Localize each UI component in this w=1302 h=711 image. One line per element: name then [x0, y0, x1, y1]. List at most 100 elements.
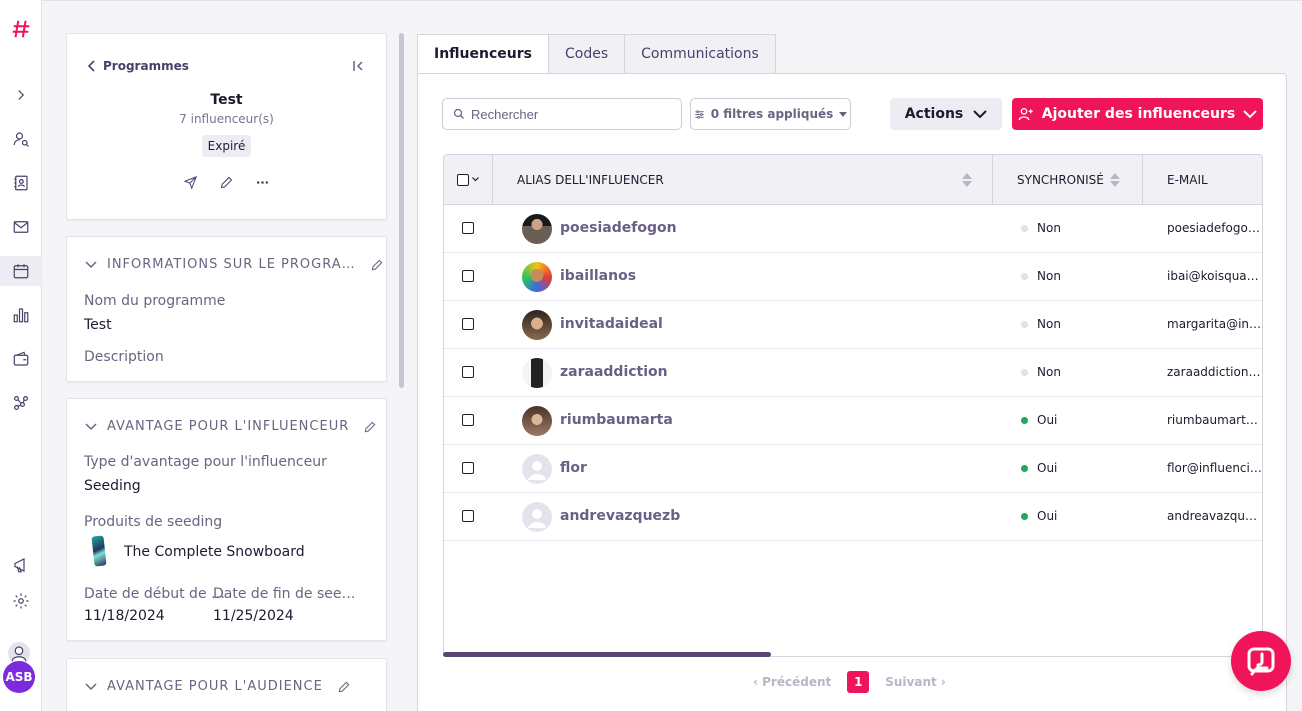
select-all-column[interactable]: [444, 155, 493, 204]
sidebar-scrollbar[interactable]: [399, 33, 404, 388]
row-checkbox[interactable]: [462, 318, 474, 330]
influencer-alias-link[interactable]: andrevazquezb: [560, 508, 680, 524]
influencer-alias-link[interactable]: zaraaddiction: [560, 364, 668, 380]
wallet-icon[interactable]: [0, 344, 42, 374]
sync-status-label: Non: [1037, 221, 1061, 235]
sync-status-label: Non: [1037, 269, 1061, 283]
chevron-down-icon[interactable]: [472, 177, 479, 182]
tab-influenceurs[interactable]: Influenceurs: [417, 34, 549, 74]
collapse-panel-icon[interactable]: [352, 58, 366, 77]
table-row[interactable]: poesiadefogon Non poesiadefogon...: [444, 205, 1262, 253]
caret-down-icon: [839, 111, 848, 117]
table-row[interactable]: invitadaideal Non margarita@invi...: [444, 301, 1262, 349]
audience-benefit-heading: AVANTAGE POUR L'AUDIENCE: [107, 679, 323, 694]
filters-label: 0 filtres appliqués: [710, 107, 834, 121]
contacts-book-icon[interactable]: [0, 168, 42, 198]
megaphone-icon[interactable]: [0, 550, 42, 580]
edit-pencil-icon[interactable]: [363, 420, 377, 434]
table-row[interactable]: riumbaumarta Oui riumbaumartai...: [444, 397, 1262, 445]
sync-status-label: Oui: [1037, 461, 1058, 475]
sync-status-label: Oui: [1037, 509, 1058, 523]
previous-page-button[interactable]: ‹ Précédent: [753, 675, 831, 689]
influencer-alias-link[interactable]: poesiadefogon: [560, 220, 677, 236]
calendar-icon[interactable]: [0, 256, 42, 286]
mail-icon[interactable]: [0, 212, 42, 242]
table-row[interactable]: ibaillanos Non ibai@koisquad...: [444, 253, 1262, 301]
chat-help-icon: [1247, 647, 1275, 676]
current-page-button[interactable]: 1: [847, 671, 870, 693]
column-alias-label: ALIAS DELL'INFLUENCER: [517, 172, 664, 187]
program-sidebar: Programmes Test 7 influenceur(s) Expiré …: [66, 33, 388, 711]
edit-pencil-icon[interactable]: [370, 258, 384, 272]
row-checkbox[interactable]: [462, 366, 474, 378]
help-chat-button[interactable]: [1231, 631, 1291, 691]
integrations-icon[interactable]: [0, 388, 42, 418]
column-alias[interactable]: ALIAS DELL'INFLUENCER: [493, 155, 993, 204]
next-label: Suivant: [885, 675, 937, 689]
benefit-type-value: Seeding: [84, 478, 141, 494]
sync-status: Non: [1021, 221, 1061, 235]
edit-pencil-icon[interactable]: [219, 174, 235, 190]
row-checkbox[interactable]: [462, 462, 474, 474]
influencer-alias-link[interactable]: invitadaideal: [560, 316, 663, 332]
add-influencers-button[interactable]: Ajouter des influenceurs: [1012, 98, 1263, 130]
influencer-email: zaraaddiction@...: [1167, 365, 1262, 379]
search-input[interactable]: [471, 106, 671, 122]
influencer-avatar: [522, 454, 552, 484]
edit-pencil-icon[interactable]: [337, 680, 351, 694]
program-info-toggle[interactable]: INFORMATIONS SUR LE PROGRA…: [85, 257, 384, 272]
sort-icon[interactable]: [962, 172, 972, 187]
status-badge: Expiré: [201, 135, 252, 157]
column-email[interactable]: E-MAIL: [1143, 155, 1262, 204]
sync-status: Non: [1021, 269, 1061, 283]
row-checkbox[interactable]: [462, 510, 474, 522]
column-sync-label: SYNCHRONISÉ: [1017, 172, 1104, 187]
audience-benefit-toggle[interactable]: AVANTAGE POUR L'AUDIENCE: [85, 679, 351, 694]
send-icon[interactable]: [183, 174, 199, 190]
table-horizontal-scrollbar[interactable]: [443, 652, 771, 657]
status-dot: [1021, 464, 1028, 472]
back-label: Programmes: [103, 59, 189, 73]
influencer-count: 7 influenceur(s): [179, 112, 274, 126]
add-user-icon: [1018, 108, 1033, 121]
chevron-down-icon: [85, 422, 97, 430]
influencer-alias-link[interactable]: ibaillanos: [560, 268, 636, 284]
influencer-email: andreavazquez...: [1167, 509, 1262, 523]
row-checkbox[interactable]: [462, 222, 474, 234]
bar-chart-icon[interactable]: [0, 300, 42, 330]
table-row[interactable]: andrevazquezb Oui andreavazquez...: [444, 493, 1262, 541]
chevron-down-icon: [85, 260, 97, 268]
sort-icon[interactable]: [1109, 172, 1120, 187]
tab-codes[interactable]: Codes: [548, 34, 626, 74]
status-dot: [1021, 272, 1028, 280]
influencer-email: poesiadefogon...: [1167, 221, 1262, 235]
column-synchronized[interactable]: SYNCHRONISÉ: [993, 155, 1143, 204]
row-checkbox[interactable]: [462, 270, 474, 282]
select-all-checkbox[interactable]: [457, 173, 469, 186]
settings-gear-icon[interactable]: [0, 586, 42, 616]
more-options-icon[interactable]: [255, 174, 271, 190]
user-search-icon[interactable]: [0, 124, 42, 154]
user-initials-avatar[interactable]: ASB: [3, 661, 35, 693]
sync-status-label: Non: [1037, 365, 1061, 379]
pagination: ‹ Précédent 1 Suivant ›: [753, 671, 946, 693]
benefit-type-label: Type d'avantage pour l'influenceur: [84, 454, 327, 470]
influencer-benefit-toggle[interactable]: AVANTAGE POUR L'INFLUENCEUR: [85, 419, 377, 434]
tab-communications[interactable]: Communications: [625, 34, 776, 74]
influencer-email: flor@influencit...: [1167, 461, 1262, 475]
influencer-alias-link[interactable]: riumbaumarta: [560, 412, 673, 428]
next-page-button[interactable]: Suivant ›: [885, 675, 946, 689]
status-dot: [1021, 224, 1028, 232]
expand-sidebar-chevron-icon[interactable]: [0, 80, 42, 110]
table-row[interactable]: zaraaddiction Non zaraaddiction@...: [444, 349, 1262, 397]
influencer-email: margarita@invi...: [1167, 317, 1262, 331]
row-checkbox[interactable]: [462, 414, 474, 426]
table-row[interactable]: flor Oui flor@influencit...: [444, 445, 1262, 493]
influencer-alias-link[interactable]: flor: [560, 460, 587, 476]
hashtag-logo-icon[interactable]: [0, 14, 42, 44]
program-title: Test: [210, 92, 243, 108]
actions-button[interactable]: Actions: [890, 98, 1002, 130]
filters-button[interactable]: 0 filtres appliqués: [690, 98, 851, 130]
influencer-avatar: [522, 358, 552, 388]
back-to-programs-link[interactable]: Programmes: [87, 59, 189, 73]
